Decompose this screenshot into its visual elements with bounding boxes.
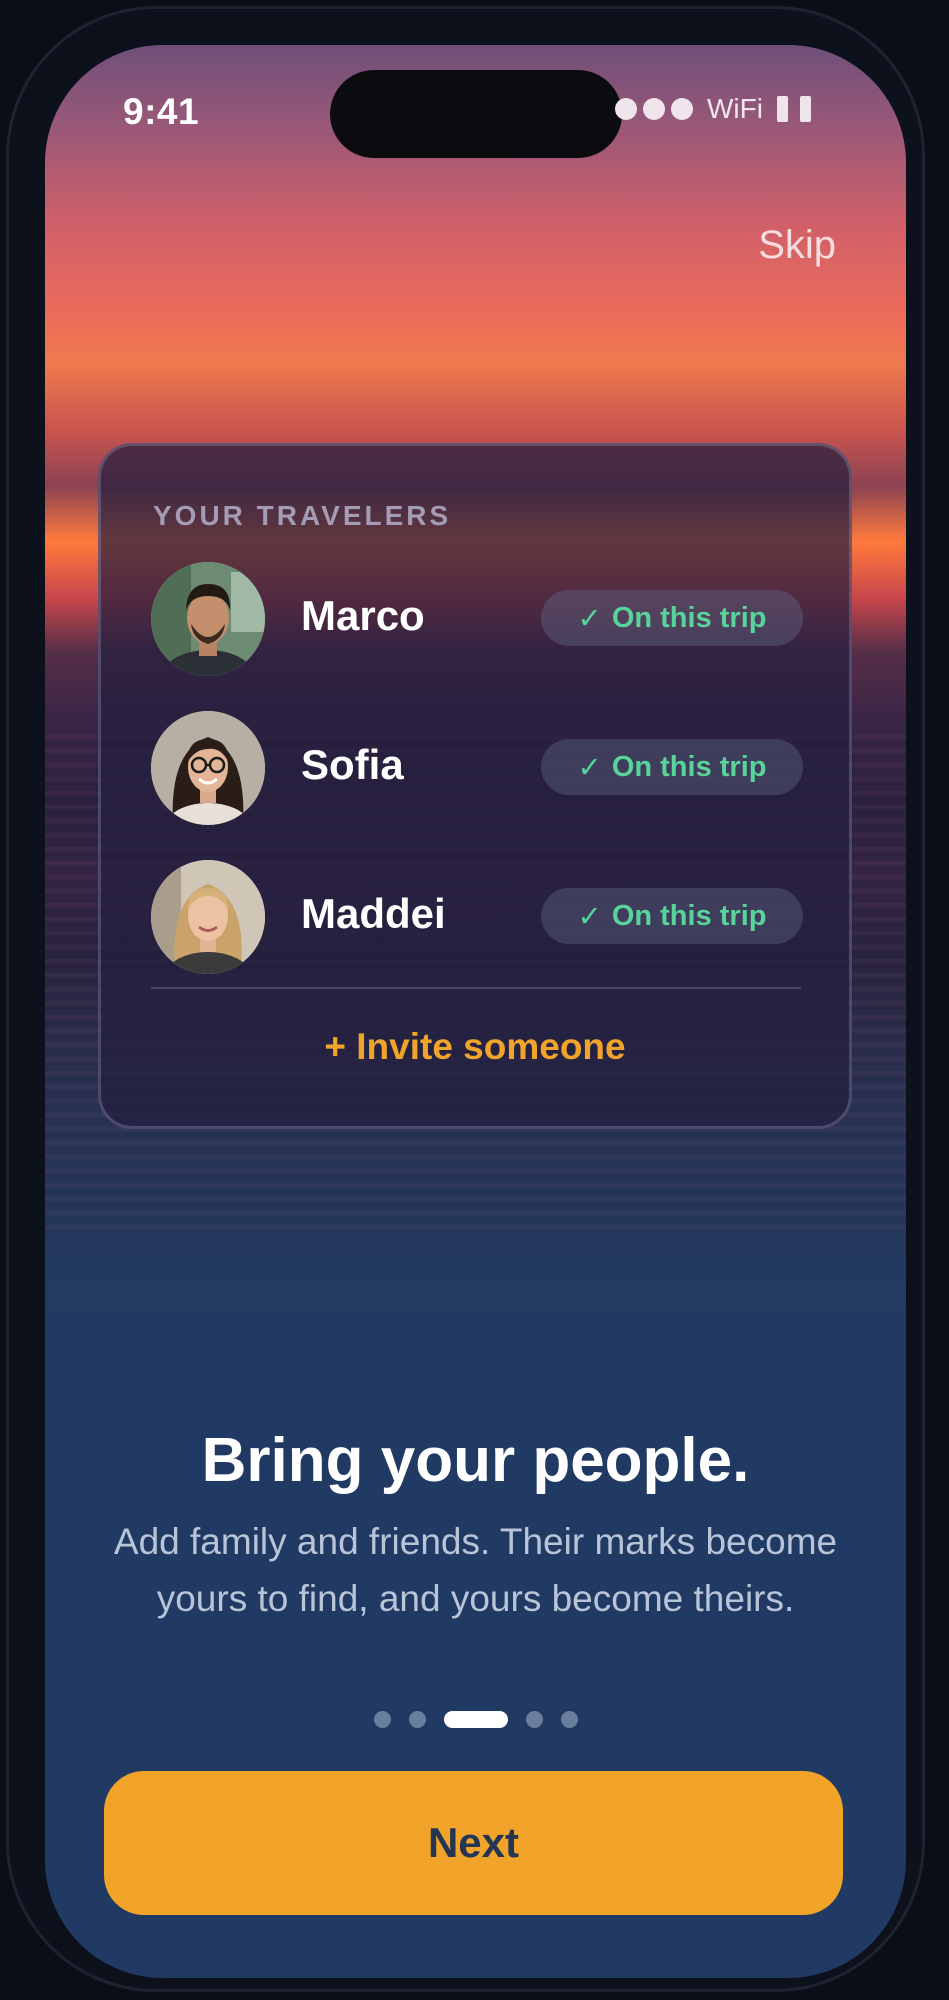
page-dot[interactable] (408, 1711, 426, 1728)
onboarding-headline: Bring your people. (201, 1426, 750, 1495)
page-indicator (45, 1711, 906, 1728)
avatar (151, 711, 265, 825)
check-icon: ✓ (577, 751, 602, 784)
battery-bar-icon (776, 96, 788, 122)
wifi-label: WiFi (707, 93, 763, 124)
traveler-row[interactable]: Sofia ✓ On this trip (151, 711, 803, 827)
check-icon: ✓ (577, 602, 602, 635)
status-badge-label: On this trip (611, 601, 767, 634)
traveler-row[interactable]: Maddei ✓ On this trip (151, 860, 803, 976)
battery-bar-icon (799, 96, 811, 122)
status-badge: ✓ On this trip (541, 739, 803, 795)
page-dot[interactable] (373, 1711, 391, 1728)
status-time: 9:41 (123, 91, 200, 132)
traveler-name: Sofia (301, 741, 404, 788)
traveler-name: Maddei (301, 890, 446, 937)
status-badge-label: On this trip (611, 750, 767, 783)
phone-frame: 9:41 WiFi Skip YOUR TRAVELERS Marco ✓ On… (6, 6, 925, 1992)
status-badge: ✓ On this trip (541, 590, 803, 646)
divider (151, 987, 801, 989)
page-dot[interactable] (525, 1711, 543, 1728)
avatar (151, 562, 265, 676)
check-icon: ✓ (577, 900, 602, 933)
card-title: YOUR TRAVELERS (153, 500, 452, 531)
status-badge-label: On this trip (611, 899, 767, 932)
status-badge: ✓ On this trip (541, 888, 803, 944)
invite-someone-button[interactable]: + Invite someone (101, 1026, 849, 1068)
screen: 9:41 WiFi Skip YOUR TRAVELERS Marco ✓ On… (45, 45, 906, 1978)
traveler-name: Marco (301, 592, 425, 639)
dynamic-island (330, 70, 622, 158)
page-dot[interactable] (560, 1711, 578, 1728)
status-indicators: WiFi (615, 93, 823, 125)
skip-button[interactable]: Skip (758, 223, 836, 268)
onboarding-body: Add family and friends. Their marks beco… (113, 1521, 838, 1619)
avatar (151, 860, 265, 974)
travelers-card: YOUR TRAVELERS Marco ✓ On this trip Sofi… (98, 443, 852, 1129)
signal-dots-icon (615, 98, 693, 120)
next-button[interactable]: Next (104, 1771, 843, 1915)
page-dot-active[interactable] (443, 1711, 508, 1728)
traveler-row[interactable]: Marco ✓ On this trip (151, 562, 803, 678)
